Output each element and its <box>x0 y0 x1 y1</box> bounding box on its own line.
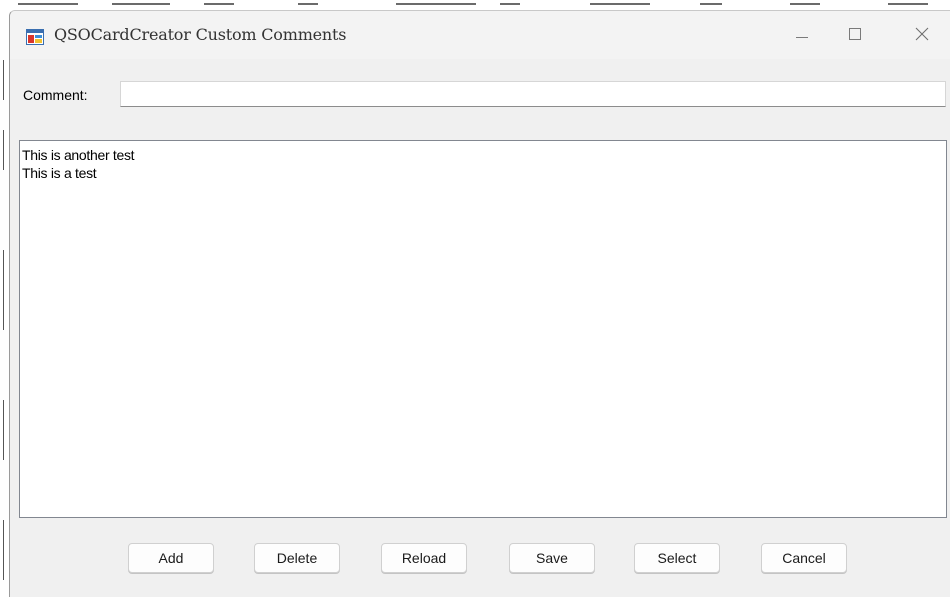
app-icon <box>26 29 44 45</box>
minimize-button[interactable] <box>778 11 824 59</box>
add-button[interactable]: Add <box>128 543 214 573</box>
comments-listbox[interactable]: This is another test This is a test <box>19 140 947 518</box>
background-window-left-edge <box>0 0 8 597</box>
window-title: QSOCardCreator Custom Comments <box>54 25 347 44</box>
maximize-button[interactable] <box>832 11 878 59</box>
list-item[interactable]: This is another test <box>21 146 945 164</box>
custom-comments-dialog: QSOCardCreator Custom Comments Comment: … <box>9 10 950 597</box>
select-button[interactable]: Select <box>634 543 720 573</box>
comment-input[interactable] <box>120 81 946 107</box>
comment-label: Comment: <box>23 87 88 103</box>
close-button[interactable] <box>899 11 945 59</box>
list-item[interactable]: This is a test <box>21 164 945 182</box>
cancel-button[interactable]: Cancel <box>761 543 847 573</box>
reload-button[interactable]: Reload <box>381 543 467 573</box>
delete-button[interactable]: Delete <box>254 543 340 573</box>
title-bar[interactable]: QSOCardCreator Custom Comments <box>10 11 950 59</box>
close-icon <box>915 27 929 41</box>
save-button[interactable]: Save <box>509 543 595 573</box>
